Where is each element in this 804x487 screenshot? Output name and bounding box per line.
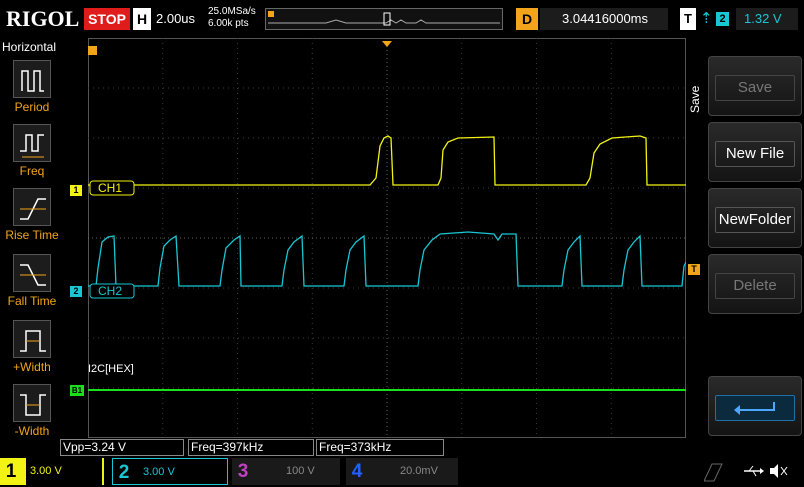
ch4-scale: 20.0mV (400, 465, 438, 477)
timebase-origin-marker (88, 46, 97, 55)
measure-period-button[interactable]: Period (8, 60, 56, 114)
memory-depth: 6.00k pts (208, 18, 249, 29)
bus-marker[interactable]: B1 (70, 385, 84, 396)
ch1-ground-marker[interactable]: 1 (70, 185, 82, 196)
new-file-label: New File (715, 141, 795, 167)
measure-freq-label: Freq (19, 164, 45, 178)
measure-rise-time-label: Rise Time (5, 228, 59, 242)
timebase-value: 2.00us (156, 11, 196, 26)
sample-rate-info: 25.0MSa/s 6.00k pts (208, 6, 256, 30)
delay-key[interactable]: D (516, 8, 538, 30)
new-file-button[interactable]: New File (708, 122, 802, 182)
measure-period-label: Period (14, 100, 50, 114)
measure-fall-time-label: Fall Time (7, 294, 57, 308)
trigger-edge-icon: ⇡ (700, 10, 713, 27)
ch2-number: 2 (118, 462, 130, 483)
speaker-muted-icon (770, 464, 788, 478)
frequency-icon (13, 124, 51, 162)
trigger-key[interactable]: T (680, 8, 696, 30)
ch1-tag: CH1 (98, 181, 122, 195)
ch2-tag: CH2 (98, 284, 122, 298)
positive-width-icon (13, 320, 51, 358)
delay-value: 3.04416000ms (540, 8, 668, 30)
ch1-scale: 3.00 V (26, 458, 102, 485)
delete-button[interactable]: Delete (708, 254, 802, 314)
measurement-results-bar: Vpp=3.24 V Freq=397kHz Freq=373kHz (60, 439, 460, 456)
usb-icon (744, 465, 764, 477)
channel-status-bar: 1 3.00 V 2 3.00 V 3 100 V 4 20.0mV (0, 456, 804, 487)
bus-decode-label: I2C[HEX] (88, 363, 134, 375)
period-icon (13, 60, 51, 98)
trigger-source: 2 (716, 12, 729, 26)
top-status-bar: RIGOL STOP H 2.00us 25.0MSa/s 6.00k pts … (0, 0, 804, 38)
timebase-key[interactable]: H (133, 8, 151, 30)
ch4-number: 4 (351, 461, 363, 482)
ch3-scale: 100 V (286, 465, 315, 477)
notification-area (703, 460, 800, 482)
ch2-status[interactable]: 2 3.00 V (112, 458, 228, 485)
ch2-ground-marker[interactable]: 2 (70, 286, 82, 297)
measurement-vpp: Vpp=3.24 V (60, 439, 184, 456)
ch3-number: 3 (237, 461, 249, 482)
measurement-freq-2: Freq=373kHz (316, 439, 444, 456)
rise-time-icon (13, 188, 51, 226)
measure-neg-width-button[interactable]: -Width (8, 384, 56, 438)
memory-overview-wave (268, 11, 500, 26)
measure-pos-width-label: +Width (13, 360, 51, 374)
ch4-status[interactable]: 4 20.0mV (346, 458, 458, 485)
measure-neg-width-label: -Width (14, 424, 50, 438)
measure-freq-button[interactable]: Freq (8, 124, 56, 178)
enter-icon (734, 402, 775, 415)
fall-time-icon (13, 254, 51, 292)
delete-label: Delete (715, 273, 795, 299)
brand-logo: RIGOL (6, 6, 80, 31)
trigger-level: 1.32 V (736, 8, 798, 30)
measure-pos-width-button[interactable]: +Width (8, 320, 56, 374)
run-stop-status[interactable]: STOP (84, 8, 130, 30)
new-folder-button[interactable]: NewFolder (708, 188, 802, 248)
measure-fall-time-button[interactable]: Fall Time (8, 254, 56, 308)
memory-overview-strip (265, 8, 503, 30)
enter-button[interactable] (708, 376, 802, 436)
negative-width-icon (13, 384, 51, 422)
ch1-number: 1 (5, 461, 17, 482)
enter-icon-box (715, 395, 795, 421)
ch2-scale: 3.00 V (143, 466, 175, 478)
measurement-freq-1: Freq=397kHz (188, 439, 314, 456)
memory-marker-icon (268, 11, 274, 17)
measure-menu-panel: Horizontal Period Freq Rise Time Fall Ti… (0, 38, 62, 456)
waveform-display[interactable]: CH1 CH2 I2C[HEX] (88, 38, 686, 438)
sample-rate: 25.0MSa/s (208, 6, 256, 17)
status-tab-icon (703, 463, 723, 482)
save-menu-panel: Save Save New File NewFolder Delete (688, 38, 804, 456)
ch3-status[interactable]: 3 100 V (232, 458, 340, 485)
measure-rise-time-button[interactable]: Rise Time (5, 188, 59, 242)
save-button-label: Save (715, 75, 795, 101)
measure-menu-title: Horizontal (2, 40, 57, 54)
new-folder-label: NewFolder (715, 207, 795, 233)
ch1-status[interactable]: 1 3.00 V (0, 458, 104, 485)
save-menu-tab: Save (688, 85, 702, 113)
save-button[interactable]: Save (708, 56, 802, 116)
